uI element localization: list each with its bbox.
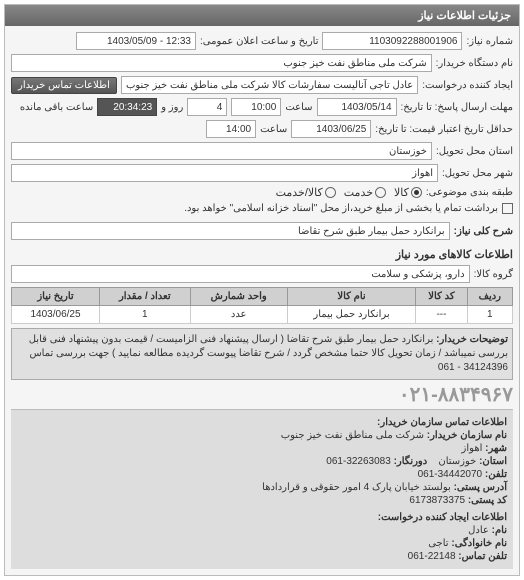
th-unit: واحد شمارش (190, 288, 287, 306)
th-row: ردیف (467, 288, 512, 306)
validity-date-field: 1403/06/25 (291, 120, 371, 138)
treasury-checkbox[interactable] (502, 203, 513, 214)
creator-phone-label: تلفن تماس: (458, 551, 507, 562)
category-radio-group: کالا خدمت کالا/خدمت (276, 186, 422, 199)
province-label: استان محل تحویل: (436, 146, 513, 157)
td-name: برانکارد حمل بیمار (287, 306, 415, 324)
deadline-date-field: 1403/05/14 (317, 98, 397, 116)
contact-org: شرکت ملی مناطق نفت خیز جنوب (281, 430, 424, 441)
panel-title: جزئیات اطلاعات نیاز (5, 5, 519, 26)
treasury-note: برداشت تمام یا بخشی از مبلغ خرید،از محل … (184, 203, 498, 214)
th-date: تاریخ نیاز (12, 288, 100, 306)
radio-both-icon (325, 187, 336, 198)
remain-label: ساعت باقی مانده (20, 102, 93, 113)
buyer-note-box: توضیحات خریدار: برانکارد حمل بیمار طبق ش… (11, 328, 513, 380)
th-code: کد کالا (416, 288, 467, 306)
contact-province: خوزستان (438, 456, 476, 467)
creator-label: ایجاد کننده درخواست: (422, 80, 513, 91)
td-unit: عدد (190, 306, 287, 324)
contact-phone-label: تلفن: (485, 469, 507, 480)
radio-both[interactable]: کالا/خدمت (276, 186, 336, 199)
city-label: شهر محل تحویل: (442, 168, 513, 179)
deadline-time-field: 10:00 (231, 98, 281, 116)
table-row: 1 --- برانکارد حمل بیمار عدد 1 1403/06/2… (12, 306, 513, 324)
remain-field: 20:34:23 (97, 98, 157, 116)
panel-body: شماره نیاز: 1103092288001906 تاریخ و ساع… (5, 26, 519, 575)
contact-postal-label: کد پستی: (468, 495, 507, 506)
main-panel: جزئیات اطلاعات نیاز شماره نیاز: 11030922… (4, 4, 520, 576)
deadline-time-label: ساعت (285, 102, 312, 113)
org-field: شرکت ملی مناطق نفت خیز جنوب (11, 54, 432, 72)
contact-province-label: استان: (479, 456, 507, 467)
validity-label: حداقل تاریخ اعتبار قیمت: تا تاریخ: (375, 124, 513, 135)
radio-goods-icon (411, 187, 422, 198)
radio-both-label: کالا/خدمت (276, 186, 323, 199)
td-qty: 1 (100, 306, 191, 324)
contact-org-label: نام سازمان خریدار: (427, 430, 507, 441)
days-field: 4 (187, 98, 227, 116)
days-label: روز و (161, 102, 183, 113)
category-label: طبقه بندی موضوعی: (426, 187, 513, 198)
contact-postal: 6173873375 (409, 495, 465, 506)
creator-name: عادل (468, 525, 489, 536)
desc-field: برانکارد حمل بیمار طبق شرح تقاضا (11, 222, 450, 240)
contact-section: اطلاعات تماس سازمان خریدار: نام سازمان خ… (11, 409, 513, 569)
contact-city: اهواز (462, 443, 483, 454)
radio-service[interactable]: خدمت (344, 186, 386, 199)
validity-time-field: 14:00 (206, 120, 256, 138)
province-field: خوزستان (11, 142, 432, 160)
th-qty: تعداد / مقدار (100, 288, 191, 306)
deadline-label: مهلت ارسال پاسخ: تا تاریخ: (401, 102, 513, 113)
td-code: --- (416, 306, 467, 324)
creator-contact-title: اطلاعات ایجاد کننده درخواست: (378, 512, 507, 523)
radio-service-icon (375, 187, 386, 198)
group-field: دارو، پزشکی و سلامت (11, 265, 470, 283)
contact-fax: 32263083-061 (326, 456, 391, 467)
radio-goods[interactable]: کالا (394, 186, 422, 199)
announce-field: 12:33 - 1403/05/09 (76, 32, 196, 50)
radio-service-label: خدمت (344, 186, 373, 199)
td-date: 1403/06/25 (12, 306, 100, 324)
group-label: گروه کالا: (474, 269, 513, 280)
contact-phone: 34442070-061 (418, 469, 483, 480)
contact-button[interactable]: اطلاعات تماس خریدار (11, 77, 117, 94)
creator-family-label: نام خانوادگی: (451, 538, 507, 549)
validity-time-label: ساعت (260, 124, 287, 135)
td-row: 1 (467, 306, 512, 324)
radio-goods-label: کالا (394, 186, 409, 199)
creator-field: عادل تاجی آنالیست سفارشات کالا شرکت ملی … (121, 76, 418, 94)
request-no-field: 1103092288001906 (322, 32, 462, 50)
contact-address-label: آدرس پستی: (454, 482, 507, 493)
city-field: اهواز (11, 164, 438, 182)
announce-label: تاریخ و ساعت اعلان عمومی: (200, 36, 319, 47)
big-phone: ۰۲۱-۸۸۳۴۹۶۷ (11, 380, 513, 409)
creator-phone: 22148-061 (408, 551, 456, 562)
goods-table: ردیف کد کالا نام کالا واحد شمارش تعداد /… (11, 287, 513, 324)
contact-address: بولستد خیابان پارک 4 امور حقوقی و قراردا… (262, 482, 451, 493)
contact-title: اطلاعات تماس سازمان خریدار: (377, 417, 507, 428)
th-name: نام کالا (287, 288, 415, 306)
contact-city-label: شهر: (485, 443, 507, 454)
goods-section-title: اطلاعات کالاهای مورد نیاز (11, 244, 513, 265)
buyer-note-label: توضیحات خریدار: (436, 334, 508, 345)
creator-name-label: نام: (492, 525, 507, 536)
contact-fax-label: دورنگار: (394, 456, 428, 467)
creator-family: تاجی (428, 538, 448, 549)
table-header-row: ردیف کد کالا نام کالا واحد شمارش تعداد /… (12, 288, 513, 306)
request-no-label: شماره نیاز: (466, 36, 513, 47)
org-label: نام دستگاه خریدار: (436, 58, 513, 69)
desc-label: شرح کلی نیاز: (454, 226, 513, 237)
